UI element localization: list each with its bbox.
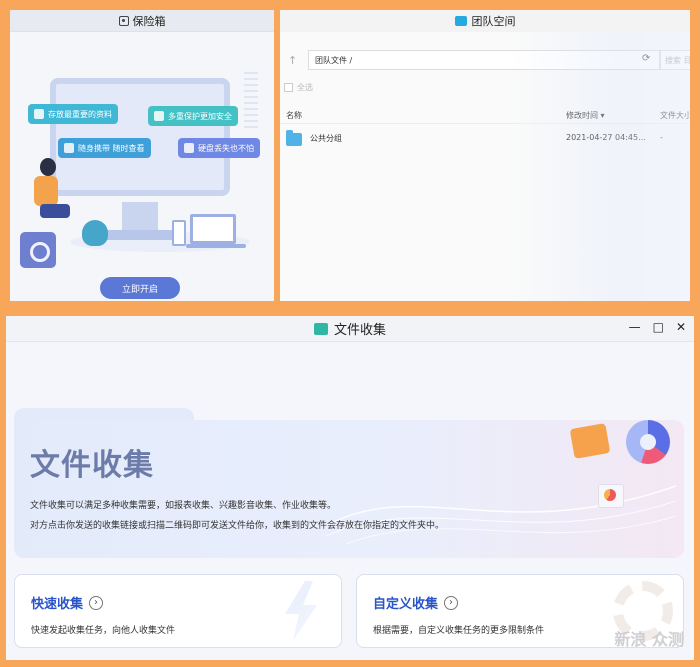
right-fade xyxy=(510,32,690,301)
file-collect-panel: 文件收集 — □ ✕ 文件收集 文件收集可以满足多种收集需要，如报表收集、兴趣影… xyxy=(6,316,694,660)
hero-heading: 文件收集 xyxy=(30,448,154,483)
minimize-icon[interactable]: — xyxy=(629,320,641,334)
lightning-icon xyxy=(285,581,317,641)
select-all-checkbox[interactable]: 全选 xyxy=(284,82,313,93)
path-field[interactable]: 团队文件 / xyxy=(308,50,660,70)
team-space-panel: 团队空间 ↑ 团队文件 / ⟳ 搜索 目 全选 名称 修改时间 ▾ 文件大小 公… xyxy=(280,10,690,301)
tablet-illustration xyxy=(172,220,186,246)
team-titlebar: 团队空间 xyxy=(280,10,690,32)
quick-collect-card[interactable]: 快速收集 › 快速发起收集任务，向他人收集文件 xyxy=(14,574,342,648)
table-header: 名称 修改时间 ▾ 文件大小 xyxy=(280,108,690,124)
laptop-illustration xyxy=(190,214,236,244)
column-size[interactable]: 文件大小 xyxy=(660,110,690,121)
safe-icon xyxy=(118,15,129,26)
column-modified[interactable]: 修改时间 ▾ xyxy=(566,110,605,121)
up-arrow-icon[interactable]: ↑ xyxy=(288,54,297,67)
card-description: 根据需要，自定义收集任务的更多限制条件 xyxy=(373,626,545,636)
pie-chart-icon xyxy=(626,420,670,464)
card-title: 自定义收集 xyxy=(373,597,439,612)
close-icon[interactable]: ✕ xyxy=(676,320,686,334)
team-toolbar: ↑ 团队文件 / ⟳ 搜索 目 xyxy=(280,50,690,72)
safe-title: 保险箱 xyxy=(132,14,166,28)
column-name[interactable]: 名称 xyxy=(286,110,302,121)
search-input[interactable]: 搜索 目 xyxy=(660,50,690,70)
maximize-icon[interactable]: □ xyxy=(653,320,664,334)
feature-badge: 硬盘丢失也不怕 xyxy=(178,138,260,158)
team-space-icon xyxy=(454,16,467,26)
laptop-base xyxy=(186,244,246,248)
table-row[interactable]: 公共分组 2021-04-27 04:45... - xyxy=(280,130,690,148)
row-name: 公共分组 xyxy=(310,134,342,143)
watermark: 新浪 众测 xyxy=(614,630,684,649)
shield-icon xyxy=(154,111,164,121)
folder-icon xyxy=(286,130,302,146)
safe-box-panel: 保险箱 存放最重要的资料 多重保护更加安全 随身携带 随时查看 硬盘丢失也不怕 … xyxy=(10,10,274,301)
send-icon xyxy=(64,143,74,153)
laptop-icon xyxy=(184,143,194,153)
report-board-icon xyxy=(598,484,624,508)
feature-badge: 存放最重要的资料 xyxy=(28,104,118,124)
feature-badge: 随身携带 随时查看 xyxy=(58,138,151,158)
safe-illustration: 存放最重要的资料 多重保护更加安全 随身携带 随时查看 硬盘丢失也不怕 xyxy=(10,32,274,272)
card-title: 快速收集 xyxy=(31,597,84,612)
card-description: 快速发起收集任务，向他人收集文件 xyxy=(31,626,176,636)
collect-title: 文件收集 xyxy=(333,323,386,338)
decoration-stripes xyxy=(244,72,258,132)
row-modified: 2021-04-27 04:45... xyxy=(566,133,646,142)
book-icon xyxy=(34,109,44,119)
window-controls: — □ ✕ xyxy=(629,320,686,334)
hero-description: 文件收集可以满足多种收集需要，如报表收集、兴趣影音收集、作业收集等。 xyxy=(30,501,337,511)
refresh-icon[interactable]: ⟳ xyxy=(642,53,650,64)
safe-titlebar: 保险箱 xyxy=(10,10,274,32)
team-title: 团队空间 xyxy=(471,15,516,28)
enable-now-button[interactable]: 立即开启 xyxy=(100,277,180,299)
hero-description: 对方点击你发送的收集链接或扫描二维码即可发送文件给你，收集到的文件会存放在你指定… xyxy=(30,521,445,531)
checkbox-icon xyxy=(284,83,293,92)
chevron-right-icon: › xyxy=(89,595,104,610)
file-collect-icon xyxy=(313,322,328,335)
chevron-right-icon: › xyxy=(444,595,459,610)
row-size: - xyxy=(660,133,663,142)
safe-box-illustration xyxy=(20,232,56,268)
feature-badge: 多重保护更加安全 xyxy=(148,106,238,126)
collect-titlebar: 文件收集 — □ ✕ xyxy=(6,316,694,342)
folder-icon xyxy=(569,423,611,459)
plant-illustration xyxy=(82,220,108,246)
monitor-stand xyxy=(122,202,158,232)
